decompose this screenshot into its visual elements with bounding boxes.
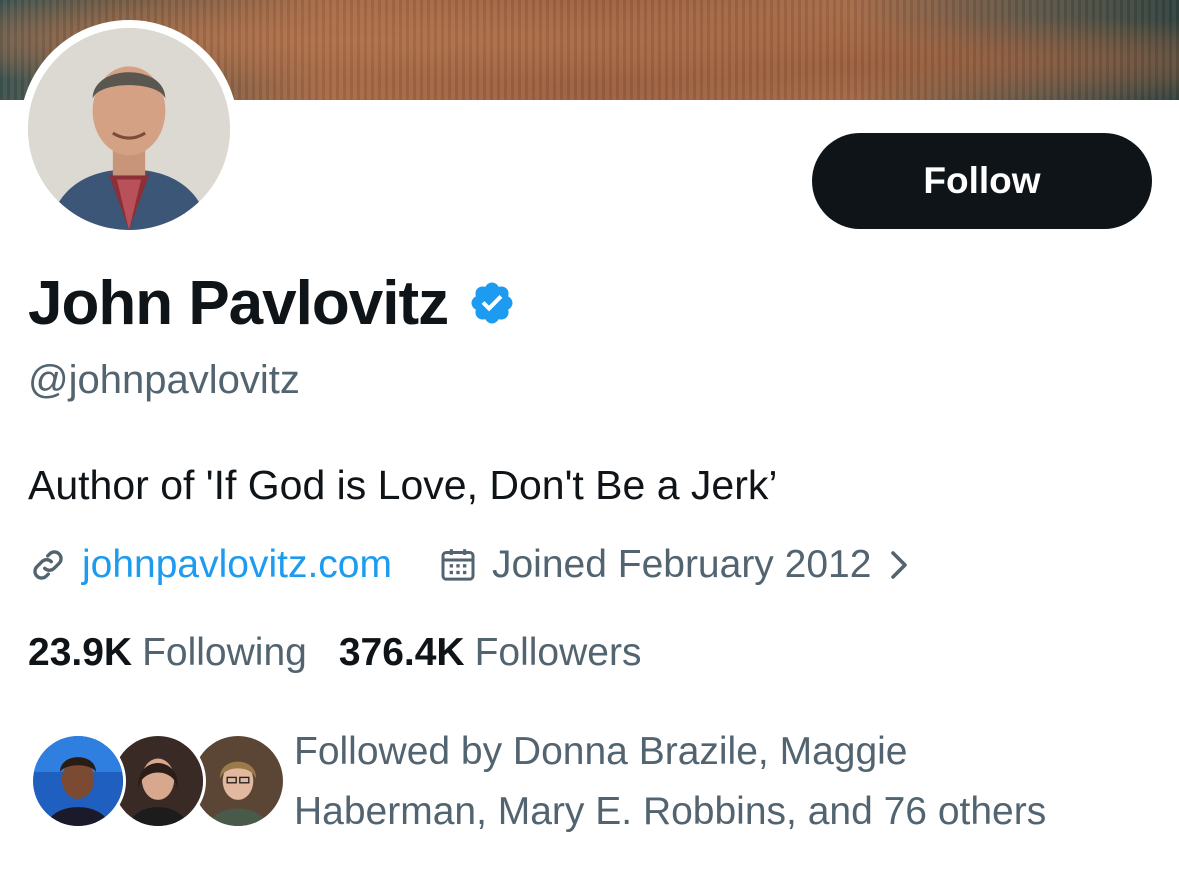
profile-meta: johnpavlovitz.com Joined February 2012 (28, 540, 913, 590)
followers-link[interactable]: 376.4K Followers (339, 631, 642, 675)
display-name: John Pavlovitz (28, 268, 449, 338)
followed-by-text[interactable]: Followed by Donna Brazile, Maggie Haberm… (294, 722, 1154, 842)
chevron-right-icon[interactable] (885, 547, 913, 583)
following-link[interactable]: 23.9K Following (28, 631, 307, 675)
followed-by-avatars[interactable] (30, 733, 286, 833)
avatar-image (28, 28, 230, 230)
website-link[interactable]: johnpavlovitz.com (82, 543, 392, 587)
follower-avatar[interactable] (30, 733, 126, 829)
calendar-icon (441, 549, 475, 581)
profile-avatar[interactable] (28, 28, 230, 230)
follower-avatar-image (193, 736, 283, 826)
follow-stats: 23.9K Following 376.4K Followers (28, 628, 641, 678)
follow-button[interactable]: Follow (812, 133, 1152, 229)
followed-by-line-2: Haberman, Mary E. Robbins, and 76 others (294, 790, 1047, 833)
followers-count: 376.4K (338, 631, 465, 674)
followers-label: Followers (474, 631, 642, 674)
following-label: Following (142, 631, 307, 674)
profile-bio: Author of 'If God is Love, Don't Be a Je… (28, 462, 778, 508)
link-icon (33, 550, 63, 580)
joined-date[interactable]: Joined February 2012 (492, 543, 871, 587)
followed-by-line-1: Followed by Donna Brazile, Maggie (294, 730, 908, 773)
user-handle: @johnpavlovitz (28, 358, 300, 402)
follower-avatar-image (33, 736, 123, 826)
follower-avatar-image (113, 736, 203, 826)
verified-badge-icon[interactable] (468, 279, 516, 327)
name-row: John Pavlovitz (28, 268, 516, 338)
following-count: 23.9K (28, 631, 133, 674)
